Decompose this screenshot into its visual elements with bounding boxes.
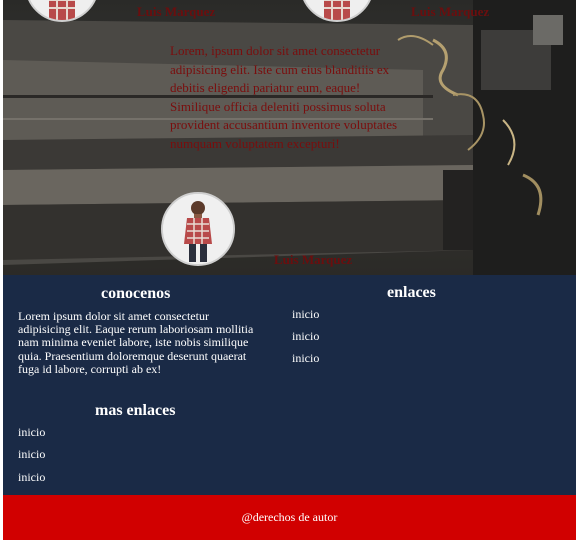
links-heading: enlaces — [387, 284, 436, 301]
footer-link-inicio[interactable]: inicio — [18, 425, 45, 440]
person-icon — [163, 194, 233, 264]
more-links-heading: mas enlaces — [95, 402, 176, 419]
author-avatar — [161, 192, 235, 266]
footer-link-inicio[interactable]: inicio — [18, 470, 45, 485]
site-footer: conocenos Lorem ipsum dolor sit amet con… — [3, 275, 576, 495]
footer-link-inicio[interactable]: inicio — [292, 329, 319, 344]
testimonial-hero: Luis Marquez Luis Marquez Lorem, ipsum d… — [3, 0, 576, 275]
page: Luis Marquez Luis Marquez Lorem, ipsum d… — [3, 0, 576, 540]
footer-link-inicio[interactable]: inicio — [292, 351, 319, 366]
footer-link-inicio[interactable]: inicio — [18, 447, 45, 462]
about-text: Lorem ipsum dolor sit amet consectetur a… — [18, 309, 254, 376]
author-name: Luis Marquez — [137, 4, 216, 19]
footer-link-inicio[interactable]: inicio — [292, 307, 319, 322]
copyright-bar: @derechos de autor — [3, 495, 576, 540]
author-name: Luis Marquez — [411, 4, 490, 19]
author-name: Luis Marquez — [274, 252, 353, 267]
testimonial-quote: Lorem, ipsum dolor sit amet consectetur … — [170, 43, 398, 151]
about-heading: conocenos — [101, 285, 171, 302]
